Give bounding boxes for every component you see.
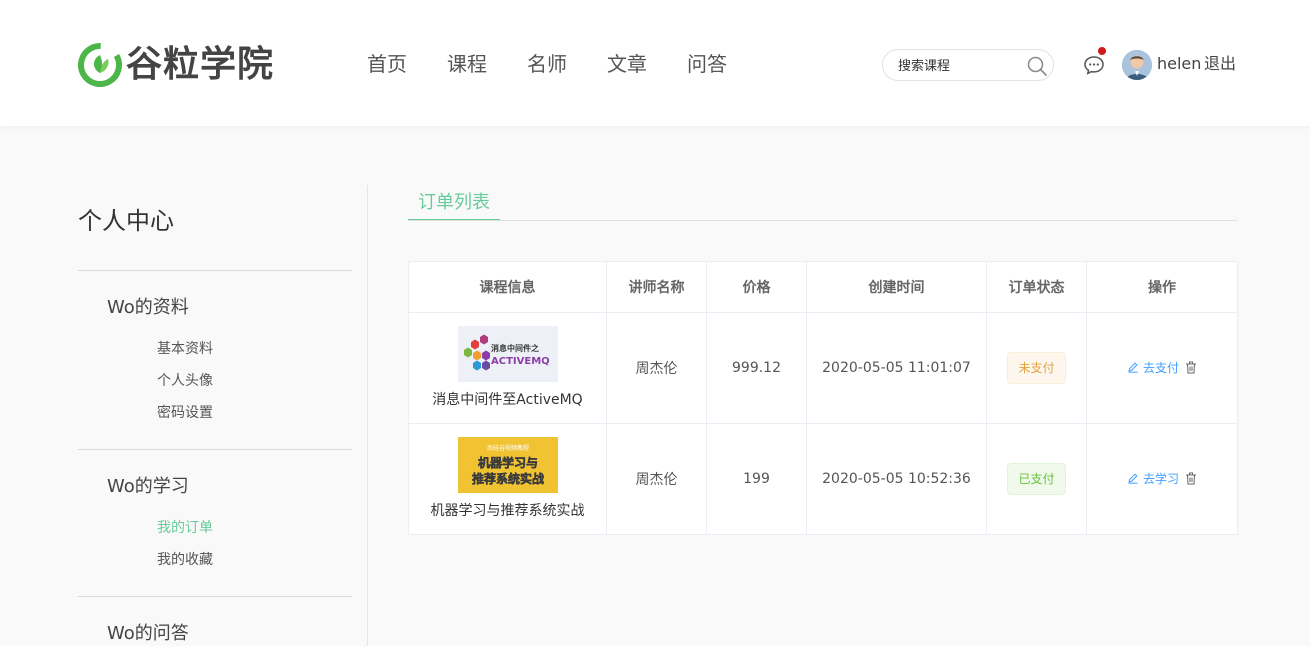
logo[interactable]: 谷粒学院 — [78, 42, 274, 88]
logout-link[interactable]: 退出 — [1204, 53, 1236, 75]
thumbnail-text: 机器学习与 — [477, 455, 537, 470]
sidebar-section-profile: Wo的资料 — [107, 297, 189, 318]
actions-cell: 去学习 — [1086, 423, 1238, 535]
table-row: 尚硅谷视频教程 机器学习与 推荐系统实战 机器学习与推荐系统实战 周杰伦 199… — [408, 423, 1238, 535]
sidebar-section-learning: Wo的学习 — [107, 476, 189, 497]
pay-button[interactable]: 去支付 — [1127, 359, 1179, 376]
notification-dot — [1098, 47, 1106, 55]
orders-table: 课程信息 讲师名称 价格 创建时间 订单状态 操作 消息中间件之 ACTIVEM… — [408, 261, 1238, 535]
column-header: 价格 — [706, 261, 807, 313]
table-header-row: 课程信息 讲师名称 价格 创建时间 订单状态 操作 — [408, 261, 1238, 313]
status-badge: 已支付 — [1007, 463, 1066, 495]
username[interactable]: helen — [1157, 53, 1201, 75]
sidebar-divider — [78, 270, 352, 271]
logo-icon — [78, 43, 122, 87]
course-thumbnail[interactable]: 尚硅谷视频教程 机器学习与 推荐系统实战 — [457, 437, 558, 493]
sidebar-item-avatar[interactable]: 个人头像 — [157, 371, 213, 391]
thumbnail-text: 推荐系统实战 — [471, 471, 543, 486]
header: 谷粒学院 首页 课程 名师 文章 问答 helen 退出 — [0, 0, 1310, 126]
column-header: 创建时间 — [806, 261, 987, 313]
row-actions: 去支付 — [1127, 359, 1197, 376]
thumbnail-text: 消息中间件之 — [491, 343, 539, 353]
nav-articles[interactable]: 文章 — [607, 50, 647, 78]
avatar-image-icon — [1122, 50, 1152, 80]
status-badge: 未支付 — [1007, 352, 1066, 384]
sidebar-section-qa: Wo的问答 — [107, 623, 189, 644]
tab-divider — [408, 220, 1237, 221]
teacher-cell: 周杰伦 — [606, 312, 707, 424]
column-header: 操作 — [1086, 261, 1238, 313]
tab-order-list[interactable]: 订单列表 — [418, 191, 490, 215]
course-title[interactable]: 机器学习与推荐系统实战 — [409, 501, 606, 521]
course-title[interactable]: 消息中间件至ActiveMQ — [409, 390, 606, 410]
column-header: 讲师名称 — [606, 261, 707, 313]
thumbnail-text: ACTIVEMQ — [491, 356, 550, 367]
row-actions: 去学习 — [1127, 470, 1197, 487]
nav-home[interactable]: 首页 — [367, 50, 407, 78]
price-cell: 999.12 — [706, 312, 807, 424]
created-time-cell: 2020-05-05 10:52:36 — [806, 423, 987, 535]
edit-icon — [1128, 362, 1138, 373]
learn-label: 去学习 — [1142, 471, 1179, 486]
trash-icon — [1186, 361, 1196, 374]
table-row: 消息中间件之 ACTIVEMQ 消息中间件至ActiveMQ 周杰伦 999.1… — [408, 312, 1238, 424]
logo-text: 谷粒学院 — [126, 44, 275, 85]
message-icon[interactable] — [1083, 54, 1105, 76]
learn-button[interactable]: 去学习 — [1127, 470, 1179, 487]
course-cell: 尚硅谷视频教程 机器学习与 推荐系统实战 机器学习与推荐系统实战 — [408, 423, 607, 535]
delete-button[interactable] — [1185, 361, 1197, 374]
search-box — [882, 49, 1054, 81]
nav-qa[interactable]: 问答 — [687, 50, 727, 78]
edit-icon — [1128, 473, 1138, 484]
status-cell: 未支付 — [986, 312, 1087, 424]
price-cell: 199 — [706, 423, 807, 535]
pay-label: 去支付 — [1142, 360, 1179, 375]
trash-icon — [1186, 472, 1196, 485]
created-time-cell: 2020-05-05 11:01:07 — [806, 312, 987, 424]
nav-teachers[interactable]: 名师 — [527, 50, 567, 78]
actions-cell: 去支付 — [1086, 312, 1238, 424]
thumbnail-text: 尚硅谷视频教程 — [486, 444, 528, 452]
sidebar-divider — [78, 449, 352, 450]
main-nav: 首页 课程 名师 文章 问答 — [367, 50, 767, 78]
delete-button[interactable] — [1185, 472, 1197, 485]
course-cell: 消息中间件之 ACTIVEMQ 消息中间件至ActiveMQ — [408, 312, 607, 424]
search-input[interactable] — [898, 56, 1018, 76]
status-cell: 已支付 — [986, 423, 1087, 535]
sidebar-item-basic-info[interactable]: 基本资料 — [157, 339, 213, 359]
nav-courses[interactable]: 课程 — [447, 50, 487, 78]
teacher-cell: 周杰伦 — [606, 423, 707, 535]
sidebar-item-my-orders[interactable]: 我的订单 — [157, 518, 213, 538]
course-thumbnail[interactable]: 消息中间件之 ACTIVEMQ — [457, 326, 558, 382]
sidebar-item-password[interactable]: 密码设置 — [157, 403, 213, 423]
search-icon[interactable] — [1026, 55, 1048, 77]
sidebar-separator — [367, 185, 368, 646]
sidebar-item-favorites[interactable]: 我的收藏 — [157, 550, 213, 570]
sidebar-title: 个人中心 — [78, 207, 174, 235]
column-header: 订单状态 — [986, 261, 1087, 313]
avatar[interactable] — [1122, 50, 1152, 80]
column-header: 课程信息 — [408, 261, 607, 313]
sidebar-divider — [78, 596, 352, 597]
